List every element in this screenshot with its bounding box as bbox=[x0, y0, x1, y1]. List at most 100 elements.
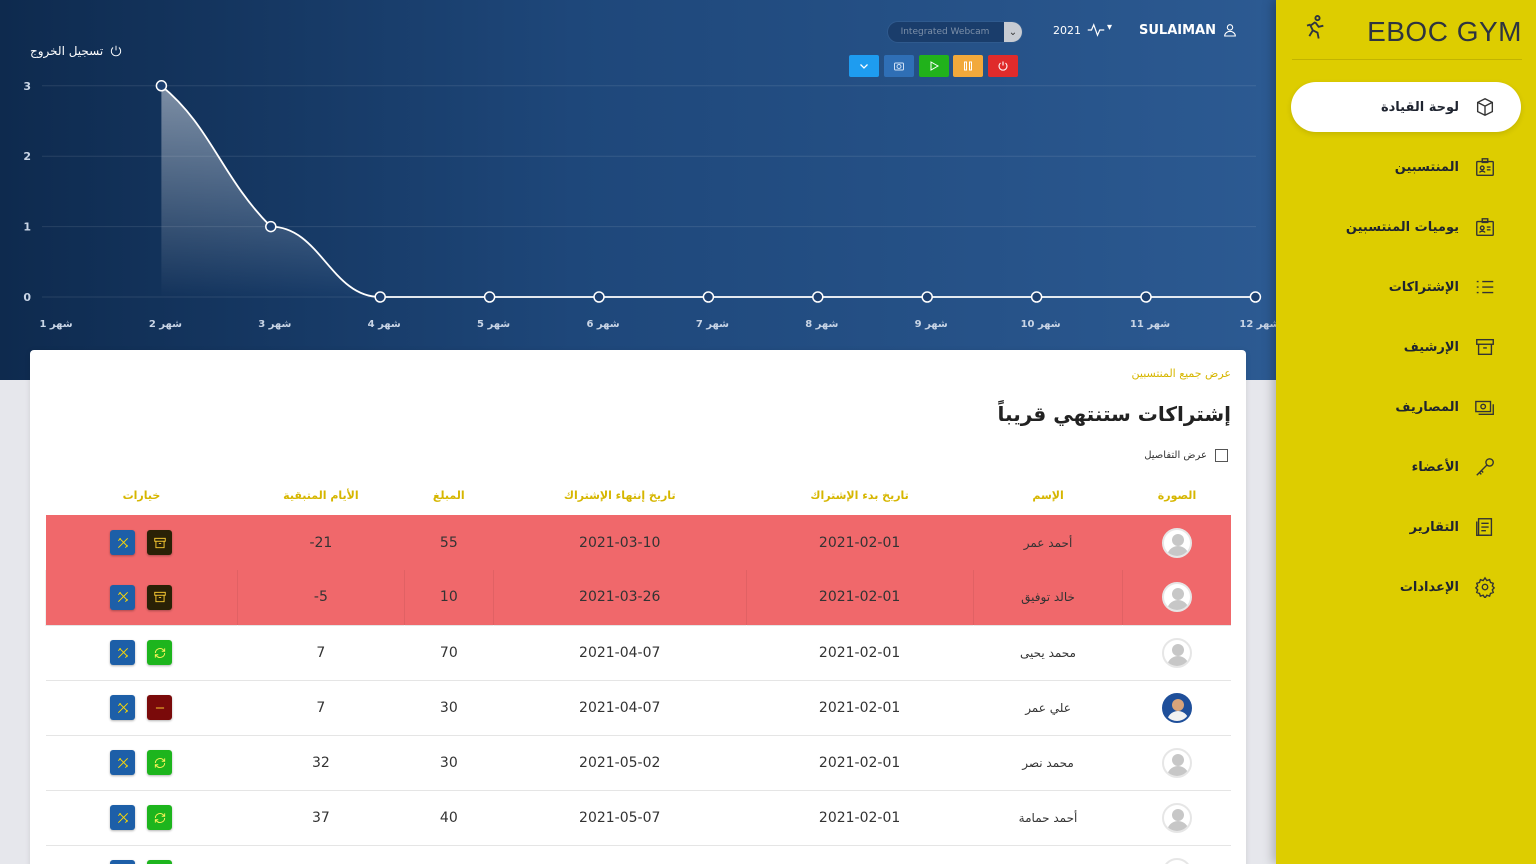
data-point bbox=[155, 80, 168, 92]
money-icon bbox=[1475, 400, 1494, 416]
renew-button[interactable] bbox=[147, 860, 173, 864]
days-cell: 7 bbox=[237, 624, 405, 680]
edit-button[interactable] bbox=[110, 805, 136, 830]
dropdown-button[interactable] bbox=[849, 55, 879, 77]
sidebar-item-label: الأعضاء bbox=[1411, 459, 1459, 475]
renew-button[interactable] bbox=[147, 750, 173, 775]
power-icon bbox=[111, 45, 122, 57]
x-tick-label: شهر 4 bbox=[368, 319, 401, 330]
edit-button[interactable] bbox=[110, 750, 136, 775]
table-row: 37 40 2021-05-07 2021-02-01 أحمد حمامة bbox=[45, 789, 1231, 845]
remove-button[interactable] bbox=[147, 695, 173, 720]
logout-link[interactable]: تسجيل الخروج bbox=[30, 44, 123, 58]
start-date-cell: 2021-02-01 bbox=[745, 570, 974, 625]
amount-cell: 30 bbox=[404, 679, 494, 735]
photo-cell bbox=[1122, 679, 1231, 735]
logout-label: تسجيل الخروج bbox=[30, 44, 104, 58]
play-button[interactable] bbox=[919, 55, 949, 77]
gear-icon bbox=[1474, 576, 1496, 598]
days-cell: 7 bbox=[237, 679, 405, 735]
chevron-down-icon[interactable]: ⌄ bbox=[1004, 22, 1022, 42]
avatar bbox=[1161, 857, 1192, 864]
data-point bbox=[374, 291, 386, 303]
subscriptions-chart: 0 1 2 3 شهر 1 شهر 2 شهر 3 شهر 4 شهر 5 شهر 6 شهر 7 ش… bbox=[23, 80, 1276, 330]
brand-name: EBOC GYM bbox=[1367, 16, 1522, 47]
amount-cell: 70 bbox=[404, 624, 494, 680]
name-cell bbox=[973, 844, 1123, 864]
sidebar-item-reports[interactable]: التقارير bbox=[1291, 502, 1521, 552]
renew-button[interactable] bbox=[147, 805, 173, 830]
user-menu[interactable]: SULAIMAN bbox=[1139, 22, 1238, 38]
sidebar-item-expenses[interactable]: المصاريف bbox=[1291, 382, 1521, 432]
view-all-members-link[interactable]: عرض جميع المنتسبين bbox=[1132, 367, 1232, 380]
sidebar-item-members-daily[interactable]: يوميات المنتسبين bbox=[1291, 202, 1521, 252]
table-row: 7 70 2021-04-07 2021-02-01 محمد يحيى bbox=[45, 624, 1231, 680]
x-tick-label: شهر 1 bbox=[39, 319, 72, 330]
avatar bbox=[1161, 637, 1192, 668]
end-date-cell: 2021-05-02 bbox=[493, 734, 747, 790]
id-card-icon bbox=[1476, 158, 1494, 176]
sidebar-item-label: الإعدادات bbox=[1399, 579, 1459, 595]
days-cell: -21 bbox=[237, 515, 405, 570]
minus-icon bbox=[155, 707, 165, 708]
edit-button[interactable] bbox=[110, 584, 136, 610]
name-cell: أحمد عمر bbox=[973, 515, 1123, 570]
end-date-cell: 2021-04-07 bbox=[493, 679, 747, 735]
stop-button[interactable] bbox=[988, 55, 1018, 77]
archive-button[interactable] bbox=[147, 530, 173, 555]
show-details-label: عرض التفاصيل bbox=[1144, 450, 1207, 461]
webcam-select[interactable]: Integrated Webcam ⌄ bbox=[887, 21, 1023, 43]
show-details-toggle[interactable]: عرض التفاصيل bbox=[1144, 449, 1228, 462]
tools-icon bbox=[117, 757, 128, 768]
col-options: خيارات bbox=[122, 488, 161, 502]
avatar bbox=[1161, 692, 1192, 723]
x-tick-label: شهر 6 bbox=[586, 319, 619, 330]
refresh-icon bbox=[154, 757, 166, 768]
edit-button[interactable] bbox=[110, 640, 136, 665]
tools-icon bbox=[117, 812, 128, 823]
x-tick-label: شهر 10 bbox=[1021, 319, 1061, 330]
table-row bbox=[45, 844, 1231, 864]
start-date-cell bbox=[746, 844, 974, 864]
edit-button[interactable] bbox=[110, 860, 136, 864]
y-tick-label: 0 bbox=[23, 291, 31, 304]
renew-button[interactable] bbox=[147, 640, 173, 665]
table-row: -21 55 2021-03-10 2021-02-01 أحمد عمر bbox=[45, 515, 1231, 570]
sidebar-item-label: المصاريف bbox=[1395, 399, 1459, 415]
avatar bbox=[1162, 582, 1193, 613]
days-cell: 32 bbox=[237, 734, 405, 790]
edit-button[interactable] bbox=[110, 695, 136, 720]
edit-button[interactable] bbox=[110, 530, 136, 555]
year-value: 2021 bbox=[1053, 23, 1081, 37]
sidebar-item-dashboard[interactable]: لوحة القيادة bbox=[1291, 82, 1521, 132]
y-tick-label: 1 bbox=[23, 221, 31, 234]
start-date-cell: 2021-02-01 bbox=[746, 789, 974, 845]
tools-icon bbox=[117, 592, 128, 603]
data-point bbox=[921, 291, 933, 303]
sidebar-item-settings[interactable]: الإعدادات bbox=[1291, 562, 1521, 612]
year-selector[interactable]: 2021 bbox=[1053, 23, 1105, 37]
brand: EBOC GYM bbox=[1292, 12, 1522, 60]
x-tick-label: شهر 12 bbox=[1239, 319, 1276, 330]
data-point bbox=[1030, 291, 1043, 303]
data-point bbox=[1140, 291, 1152, 303]
sidebar-item-subscriptions[interactable]: الإشتراكات bbox=[1291, 262, 1521, 312]
amount-cell: 40 bbox=[404, 789, 494, 845]
sidebar: EBOC GYM لوحة القيادة المنتسبين يوميات ا… bbox=[1276, 0, 1536, 864]
sidebar-item-members[interactable]: المنتسبين bbox=[1291, 142, 1521, 192]
col-photo: الصورة bbox=[1157, 488, 1197, 502]
snapshot-button[interactable] bbox=[884, 55, 914, 77]
days-cell: 37 bbox=[237, 789, 405, 845]
show-details-checkbox[interactable] bbox=[1215, 449, 1228, 462]
y-tick-label: 3 bbox=[23, 80, 31, 93]
x-tick-label: شهر 9 bbox=[915, 319, 948, 330]
header: 0 1 2 3 شهر 1 شهر 2 شهر 3 شهر 4 شهر 5 شهر 6 شهر 7 ش… bbox=[0, 0, 1276, 380]
sidebar-item-users[interactable]: الأعضاء bbox=[1291, 442, 1521, 492]
year-caret-icon[interactable]: ▾ bbox=[1107, 22, 1112, 33]
sidebar-item-archive[interactable]: الإرشيف bbox=[1291, 322, 1521, 372]
pause-button[interactable] bbox=[953, 55, 983, 77]
archive-button[interactable] bbox=[147, 584, 173, 610]
webcam-select-value: Integrated Webcam bbox=[900, 27, 990, 37]
options-cell bbox=[45, 624, 238, 680]
archive-icon bbox=[154, 537, 166, 548]
